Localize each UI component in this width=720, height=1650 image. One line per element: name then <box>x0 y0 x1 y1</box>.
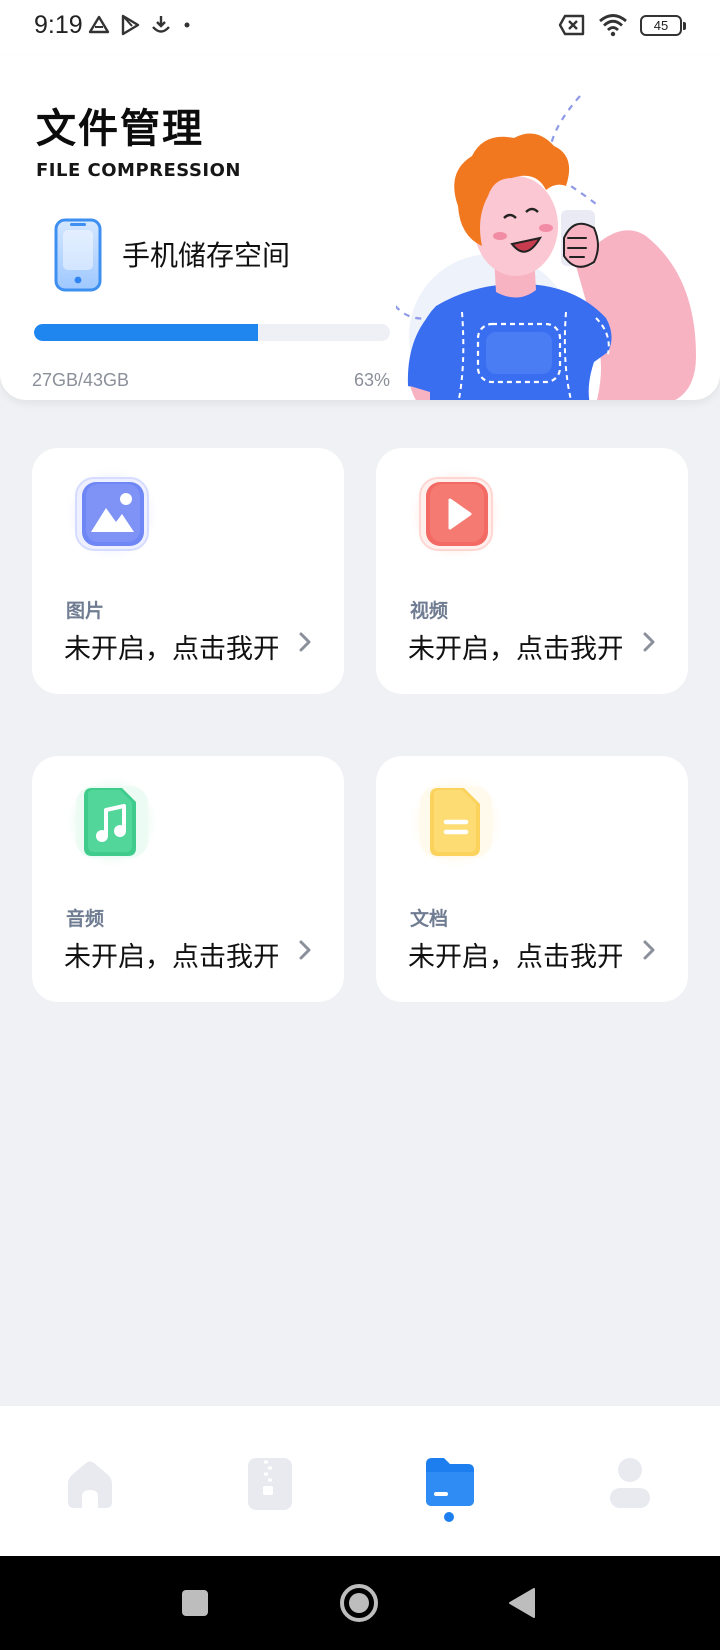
category-card-videos[interactable]: 视频 未开启，点击我开启 <box>376 448 688 694</box>
category-card-audio[interactable]: 音频 未开启，点击我开启 <box>32 756 344 1002</box>
category-title: 音频 <box>66 908 105 930</box>
dot-icon <box>184 22 190 28</box>
home-icon <box>68 1461 112 1508</box>
folder-icon <box>426 1458 474 1506</box>
category-status: 未开启，点击我开启 <box>408 942 622 973</box>
person-illustration <box>396 95 696 400</box>
category-title: 文档 <box>410 908 449 930</box>
music-note-icon <box>64 774 160 870</box>
recent-apps-icon[interactable] <box>180 1588 210 1618</box>
battery-icon: 45 <box>640 14 686 36</box>
user-icon <box>610 1458 650 1508</box>
image-icon <box>64 466 160 562</box>
category-status: 未开启，点击我开启 <box>64 634 278 665</box>
home-circle-icon[interactable] <box>338 1582 380 1624</box>
status-time: 9:19 <box>34 11 83 39</box>
storage-label: 手机储存空间 <box>122 239 291 272</box>
category-title: 视频 <box>410 600 449 622</box>
document-icon <box>408 774 504 870</box>
page-subtitle: FILE COMPRESSION <box>36 160 241 181</box>
category-title: 图片 <box>66 600 105 622</box>
chevron-right-icon <box>643 940 655 960</box>
sim-x-icon <box>558 14 585 36</box>
active-tab-indicator <box>444 1512 454 1522</box>
nav-tab-home[interactable] <box>54 1448 126 1528</box>
chevron-right-icon <box>299 940 311 960</box>
system-navigation-bar <box>0 1556 720 1650</box>
category-status: 未开启，点击我开启 <box>64 942 278 973</box>
storage-progress-bar <box>34 324 390 341</box>
category-card-images[interactable]: 图片 未开启，点击我开启 <box>32 448 344 694</box>
storage-used: 27GB/43GB <box>32 370 130 390</box>
chevron-right-icon <box>299 632 311 652</box>
category-card-documents[interactable]: 文档 未开启，点击我开启 <box>376 756 688 1002</box>
nav-tab-profile[interactable] <box>594 1448 666 1528</box>
zip-archive-icon <box>248 1458 292 1510</box>
wifi-icon <box>599 14 627 37</box>
storage-progress-fill <box>34 324 259 341</box>
battery-level: 45 <box>653 17 669 33</box>
play-store-icon <box>121 14 140 36</box>
status-bar: 9:19 45 <box>0 0 720 56</box>
drive-icon <box>88 15 110 34</box>
category-status: 未开启，点击我开启 <box>408 634 622 665</box>
back-icon[interactable] <box>506 1586 538 1620</box>
chevron-right-icon <box>643 632 655 652</box>
video-play-icon <box>408 466 504 562</box>
download-icon <box>152 16 170 33</box>
nav-tab-compress[interactable] <box>234 1448 306 1528</box>
storage-percent: 63% <box>354 370 391 390</box>
page-title: 文件管理 <box>36 106 204 152</box>
storage-header-card: 文件管理 FILE COMPRESSION 手机储存空间 27GB/43GB 6… <box>0 56 720 400</box>
phone-icon <box>54 218 102 292</box>
bottom-navigation <box>0 1406 720 1556</box>
